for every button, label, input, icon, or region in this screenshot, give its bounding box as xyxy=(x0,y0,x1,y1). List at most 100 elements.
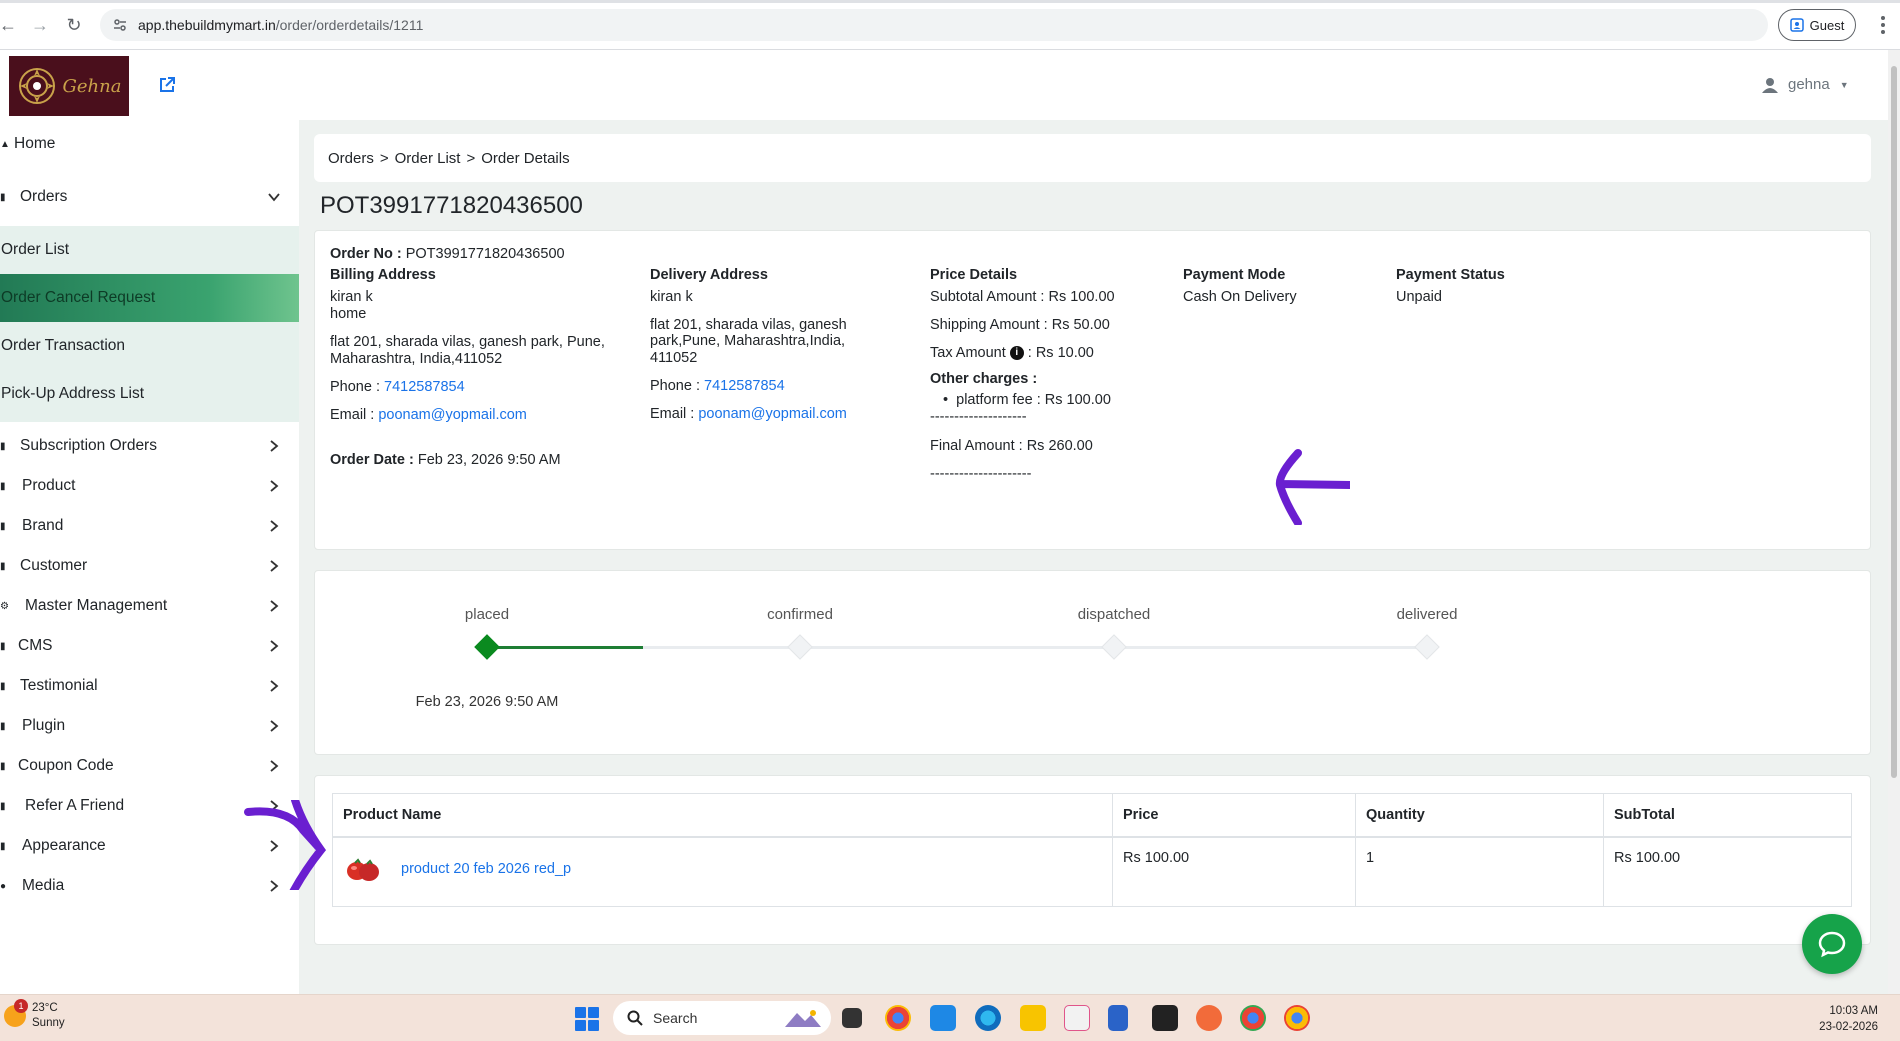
product-name-link[interactable]: product 20 feb 2026 red_p xyxy=(401,861,571,877)
subtotal-amount: Subtotal Amount : Rs 100.00 xyxy=(930,289,1115,305)
caret-down-icon: ▼ xyxy=(1839,79,1849,90)
sidebar-item-label: Product xyxy=(22,477,76,494)
platform-fee: platform fee : Rs 100.00 xyxy=(956,392,1111,408)
sidebar-item-label: Media xyxy=(22,877,65,894)
scrollbar-thumb[interactable] xyxy=(1891,66,1897,778)
windows-start-icon[interactable] xyxy=(575,1007,599,1031)
tax-amount: Tax Amount i : Rs 10.00 xyxy=(930,343,1094,363)
snipping-tool-icon[interactable] xyxy=(1064,1005,1090,1031)
tax-label: Tax Amount xyxy=(930,345,1006,361)
order-status-tracker: placed confirmed dispatched delivered Fe… xyxy=(314,570,1871,755)
phone-label: Phone : xyxy=(330,379,380,395)
table-header-row: Product Name Price Quantity SubTotal xyxy=(332,793,1852,838)
step-placed-marker xyxy=(474,634,500,660)
email-label: Email : xyxy=(330,407,375,423)
sidebar-item-media[interactable]: ● Media xyxy=(0,862,299,910)
sidebar-item-home[interactable]: ▲ Home xyxy=(0,120,299,168)
mandala-icon xyxy=(18,68,55,104)
sidebar-item-label: Brand xyxy=(22,517,64,534)
forward-icon[interactable]: → xyxy=(28,13,52,37)
order-no-value: POT3991771820436500 xyxy=(405,246,565,262)
chevron-right-icon xyxy=(270,880,279,892)
site-info-icon[interactable] xyxy=(112,17,128,33)
chat-button[interactable] xyxy=(1802,914,1862,974)
url-path: /order/orderdetails/1211 xyxy=(275,17,424,33)
file-explorer-icon[interactable] xyxy=(1020,1005,1046,1031)
refer-icon: ▮ xyxy=(0,800,6,812)
vscode-icon[interactable] xyxy=(930,1005,956,1031)
order-date-value: Feb 23, 2026 9:50 AM xyxy=(417,452,561,468)
taskbar-search[interactable]: Search xyxy=(613,1001,831,1035)
chevron-right-icon xyxy=(270,800,279,812)
breadcrumb-order-details: Order Details xyxy=(481,149,570,167)
chevron-right-icon xyxy=(270,440,279,452)
billing-email-link[interactable]: poonam@yopmail.com xyxy=(378,407,527,423)
sun-icon: 1 xyxy=(4,999,28,1027)
coupon-icon: ▮ xyxy=(0,760,6,772)
temperature: 23°C xyxy=(32,1002,58,1014)
page-scrollbar[interactable] xyxy=(1888,50,1900,994)
sidebar-item-label: Refer A Friend xyxy=(25,797,125,814)
chevron-right-icon xyxy=(270,560,279,572)
weather-widget[interactable]: 1 23°C Sunny xyxy=(4,999,65,1031)
main-content: Orders > Order List > Order Details POT3… xyxy=(299,120,1888,994)
notepad-icon[interactable] xyxy=(1108,1005,1128,1031)
user-menu[interactable]: gehna ▼ xyxy=(1762,76,1849,93)
order-no-label: Order No : xyxy=(330,246,402,262)
price-divider: -------------------- xyxy=(930,409,1027,425)
sidebar: ▲ Home ▮ Orders Order List Order Cancel Re… xyxy=(0,120,299,994)
chevron-down-icon xyxy=(268,193,280,202)
chevron-right-icon xyxy=(270,760,279,772)
chevron-right-icon xyxy=(270,720,279,732)
other-charges-heading: Other charges : xyxy=(930,371,1038,387)
product-name-cell: product 20 feb 2026 red_p xyxy=(332,836,1113,907)
browser-menu-icon[interactable] xyxy=(1873,13,1893,37)
step-dispatched-marker xyxy=(1101,634,1127,660)
step-delivered-marker xyxy=(1414,634,1440,660)
external-link-icon[interactable] xyxy=(158,76,176,94)
chat-bubble-icon xyxy=(1818,931,1846,958)
terminal-icon[interactable] xyxy=(1152,1005,1178,1031)
breadcrumb-orders[interactable]: Orders xyxy=(328,150,374,167)
sidebar-subitem-order-transaction[interactable]: Order Transaction xyxy=(0,322,299,370)
postman-icon[interactable] xyxy=(1196,1005,1222,1031)
chevron-right-icon xyxy=(270,840,279,852)
payment-mode-heading: Payment Mode xyxy=(1183,267,1286,283)
chevron-right-icon xyxy=(270,600,279,612)
delivery-email: Email : poonam@yopmail.com xyxy=(650,404,847,424)
product-icon: ▮ xyxy=(0,480,6,492)
final-amount: Final Amount : Rs 260.00 xyxy=(930,438,1093,454)
sidebar-subitem-order-cancel-request[interactable]: Order Cancel Request xyxy=(0,274,299,322)
chrome-profile-2-icon[interactable] xyxy=(1284,1005,1310,1031)
system-clock[interactable]: 10:03 AM 23-02-2026 xyxy=(1819,1003,1878,1035)
order-products-card: Product Name Price Quantity SubTotal pro… xyxy=(314,775,1871,945)
breadcrumb: Orders > Order List > Order Details xyxy=(314,134,1871,182)
sidebar-subitem-pickup-address-list[interactable]: Pick-Up Address List xyxy=(0,370,299,418)
brand-logo[interactable]: Gehna xyxy=(9,56,129,116)
edge-icon[interactable] xyxy=(975,1005,1001,1031)
browser-toolbar: ← → ↻ app.thebuildmymart.in/order/orderd… xyxy=(0,0,1900,50)
logo-text: Gehna xyxy=(62,75,122,97)
reload-icon[interactable]: ↻ xyxy=(62,13,86,37)
task-view-icon[interactable] xyxy=(842,1008,862,1028)
info-icon[interactable]: i xyxy=(1009,346,1024,360)
sidebar-subitem-order-list[interactable]: Order List xyxy=(0,226,299,274)
page-title: POT3991771820436500 xyxy=(320,192,583,219)
chrome-profile-icon[interactable] xyxy=(1240,1005,1266,1031)
guest-profile-button[interactable]: Guest xyxy=(1778,9,1856,41)
sidebar-item-label: Home xyxy=(14,135,56,152)
delivery-phone: Phone : 7412587854 xyxy=(650,376,785,396)
delivery-email-link[interactable]: poonam@yopmail.com xyxy=(698,406,847,422)
billing-phone-link[interactable]: 7412587854 xyxy=(384,379,465,395)
breadcrumb-order-list[interactable]: Order List xyxy=(395,150,461,167)
clock-date: 23-02-2026 xyxy=(1819,1021,1878,1033)
address-bar[interactable]: app.thebuildmymart.in/order/orderdetails… xyxy=(100,9,1768,41)
billing-type: home xyxy=(330,306,367,322)
back-icon[interactable]: ← xyxy=(0,13,20,37)
sidebar-item-label: Orders xyxy=(20,188,68,205)
sidebar-item-orders[interactable]: ▮ Orders xyxy=(0,173,299,221)
chrome-icon[interactable] xyxy=(885,1005,911,1031)
subitem-label: Pick-Up Address List xyxy=(1,385,144,402)
chevron-right-icon xyxy=(270,640,279,652)
delivery-phone-link[interactable]: 7412587854 xyxy=(704,378,785,394)
